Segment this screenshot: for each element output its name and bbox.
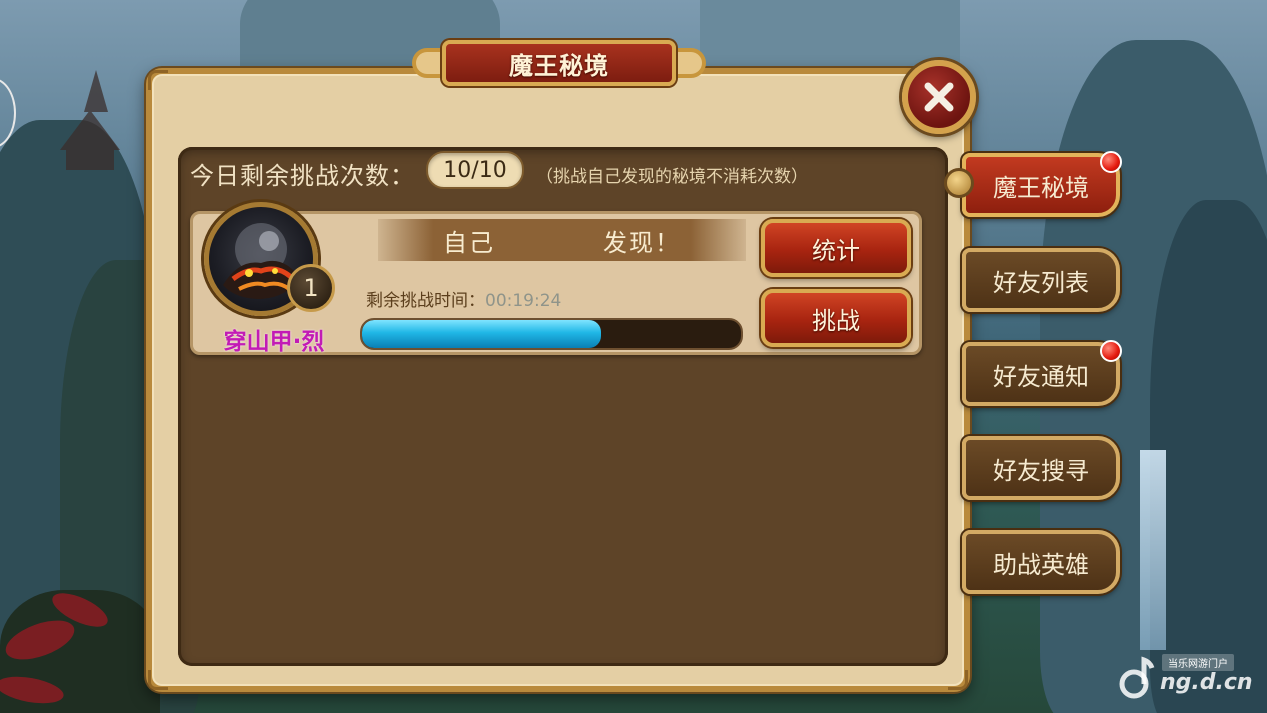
watermark: 当乐网游门户 ng.d.cn [1116, 652, 1253, 702]
tab-label: 好友通知 [993, 362, 1089, 391]
tab-friend-search[interactable]: 好友搜寻 [962, 436, 1120, 500]
finder-name: 自己 [443, 228, 495, 257]
remaining-time-value: 00:19:24 [485, 291, 562, 311]
watermark-logo-icon [1119, 656, 1155, 699]
watermark-text: ng.d.cn [1160, 670, 1253, 695]
tab-label: 好友搜寻 [993, 456, 1089, 485]
remaining-time-label: 剩余挑战时间： [366, 291, 485, 311]
title-plate: 魔王秘境 [412, 34, 706, 92]
panel-corner [948, 670, 968, 690]
close-icon [924, 82, 954, 112]
notification-dot [1100, 340, 1122, 362]
challenge-button[interactable]: 挑战 [761, 289, 911, 347]
active-tab-knob [944, 168, 974, 198]
tab-friend-notifications[interactable]: 好友通知 [962, 342, 1120, 406]
finder-suffix: 发现！ [603, 228, 681, 257]
tab-label: 魔王秘境 [993, 173, 1089, 202]
remaining-challenges-label: 今日剩余挑战次数： [190, 162, 415, 190]
remaining-challenges-count: 10/10 [426, 151, 524, 189]
window-title: 魔王秘境 [509, 51, 609, 80]
hero-name: 穿山甲·烈 [223, 329, 325, 355]
time-progress-bar [360, 318, 743, 350]
tab-label: 助战英雄 [993, 550, 1089, 579]
stats-button[interactable]: 统计 [761, 219, 911, 277]
close-button[interactable] [902, 60, 976, 134]
notification-dot [1100, 151, 1122, 173]
tab-label: 好友列表 [993, 268, 1089, 297]
panel-corner [148, 70, 168, 90]
tab-friend-list[interactable]: 好友列表 [962, 248, 1120, 312]
challenge-hint: （挑战自己发现的秘境不消耗次数） [536, 167, 808, 187]
hero-level-badge: 1 [287, 264, 335, 312]
watermark-tag: 当乐网游门户 [1162, 654, 1234, 671]
finder-banner: 自己 发现！ [378, 219, 746, 261]
tab-support-heroes[interactable]: 助战英雄 [962, 530, 1120, 594]
title-banner: 魔王秘境 [442, 40, 676, 86]
tab-demon-realm[interactable]: 魔王秘境 [962, 153, 1120, 217]
panel-corner [148, 670, 168, 690]
remaining-time: 剩余挑战时间：00:19:24 [366, 286, 561, 311]
time-progress-fill [362, 320, 601, 348]
